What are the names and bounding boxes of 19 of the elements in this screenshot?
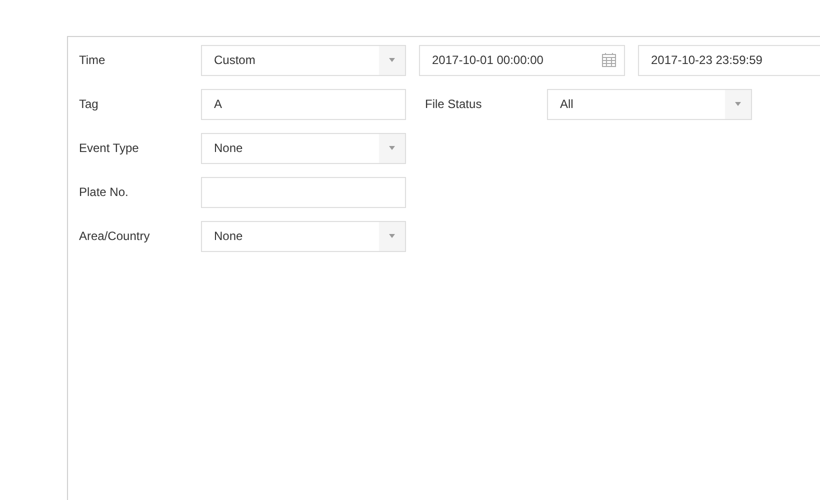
caret-icon [735, 102, 741, 106]
dropdown-field[interactable]: None [201, 132, 406, 164]
calendar-icon[interactable] [602, 53, 616, 67]
dropdown-field[interactable]: None [201, 220, 406, 252]
text-input-field[interactable] [201, 176, 406, 208]
caret-icon [389, 146, 395, 150]
field-label: Plate No. [79, 185, 130, 199]
field-label: Area/Country [79, 229, 151, 243]
date-field[interactable]: 2017-10-01 00:00:00 [419, 44, 625, 76]
caret-icon [389, 234, 395, 238]
field-label: File Status [425, 97, 483, 111]
text-input-field[interactable]: A [201, 88, 406, 120]
field-label: Time [79, 53, 106, 67]
field-label: Event Type [79, 141, 140, 155]
caret-icon [389, 58, 395, 62]
field-label: Tag [79, 97, 100, 111]
dropdown-field[interactable]: All [547, 88, 752, 120]
dropdown-field[interactable]: Custom [201, 44, 406, 76]
date-field[interactable]: 2017-10-23 23:59:59 [638, 44, 820, 76]
